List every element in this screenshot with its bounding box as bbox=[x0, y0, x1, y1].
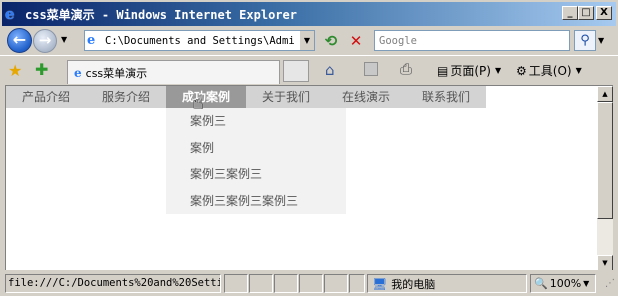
back-button[interactable]: ← bbox=[7, 28, 32, 53]
chevron-down-icon: ▼ bbox=[583, 279, 590, 288]
add-favorite-icon[interactable]: ✚ bbox=[35, 60, 48, 79]
refresh-icon: ⟲ bbox=[324, 32, 338, 50]
menu-item-about[interactable]: 关于我们 bbox=[246, 86, 326, 108]
maximize-button[interactable]: □ bbox=[578, 6, 594, 20]
home-icon[interactable]: ⌂ bbox=[325, 61, 335, 79]
feeds-icon[interactable] bbox=[364, 62, 378, 76]
window-controls: _ □ X bbox=[562, 6, 612, 20]
page-icon: e bbox=[87, 33, 96, 48]
tab-current[interactable]: e css菜单演示 bbox=[67, 60, 280, 84]
search-icon: ⚲ bbox=[580, 33, 590, 48]
page-menu-button[interactable]: ▤ 页面(P) ▼ bbox=[437, 62, 501, 79]
recent-pages-dropdown[interactable]: ▼ bbox=[61, 35, 67, 44]
back-arrow-icon: ← bbox=[12, 30, 27, 49]
status-panel bbox=[349, 274, 365, 293]
zone-label: 我的电脑 bbox=[391, 277, 436, 291]
menu-item-contact[interactable]: 联系我们 bbox=[406, 86, 486, 108]
search-button[interactable]: ⚲ bbox=[574, 30, 596, 51]
stop-icon: ✕ bbox=[349, 32, 363, 50]
gear-icon: ⚙ bbox=[516, 63, 527, 78]
ie-logo-icon: e bbox=[5, 5, 15, 23]
star-icon[interactable]: ★ bbox=[8, 61, 22, 80]
zoom-icon: 🔍 bbox=[534, 277, 548, 290]
cases-submenu: 案例三 案例 案例三案例三 案例三案例三案例三 bbox=[166, 108, 346, 214]
title-bar: e css菜单演示 - Windows Internet Explorer _ … bbox=[0, 0, 618, 26]
zoom-control[interactable]: 🔍 100% ▼ bbox=[530, 274, 596, 293]
close-button[interactable]: X bbox=[596, 6, 612, 20]
status-bar: file:///C:/Documents%20and%20Settings 🖥 … bbox=[0, 272, 618, 296]
nav-menu: 产品介绍 服务介绍 成功案例 关于我们 在线演示 联系我们 bbox=[6, 86, 486, 108]
submenu-item[interactable]: 案例 bbox=[166, 135, 346, 162]
menu-item-products[interactable]: 产品介绍 bbox=[6, 86, 86, 108]
address-dropdown-button[interactable]: ▼ bbox=[299, 31, 314, 50]
page-icon-small: ▤ bbox=[437, 63, 449, 78]
tab-label: css菜单演示 bbox=[85, 66, 148, 80]
chevron-down-icon: ▼ bbox=[575, 66, 582, 75]
address-input[interactable]: C:\Documents and Settings\Admini bbox=[105, 35, 295, 47]
hand-cursor-icon: ☝ bbox=[192, 90, 205, 114]
scroll-up-button[interactable]: ▲ bbox=[597, 86, 613, 102]
address-bar[interactable]: e C:\Documents and Settings\Admini ▼ bbox=[84, 30, 315, 51]
search-input[interactable]: Google bbox=[379, 35, 417, 47]
status-panel bbox=[324, 274, 348, 293]
forward-button[interactable]: → bbox=[33, 29, 57, 53]
menu-item-cases[interactable]: 成功案例 bbox=[166, 86, 246, 108]
computer-icon: 🖥 bbox=[372, 276, 388, 291]
status-panel bbox=[249, 274, 273, 293]
search-box[interactable]: Google bbox=[374, 30, 570, 51]
zoom-level: 100% bbox=[549, 277, 582, 290]
status-panel bbox=[299, 274, 323, 293]
status-panel bbox=[224, 274, 248, 293]
printer-icon[interactable]: ⎙ bbox=[400, 60, 412, 78]
security-zone[interactable]: 🖥 我的电脑 bbox=[367, 274, 527, 293]
window-title: css菜单演示 - Windows Internet Explorer bbox=[25, 7, 297, 22]
refresh-button[interactable]: ⟲ bbox=[320, 31, 342, 51]
status-text: file:///C:/Documents%20and%20Settings bbox=[5, 274, 221, 293]
search-options-dropdown[interactable]: ▼ bbox=[598, 36, 604, 45]
minimize-button[interactable]: _ bbox=[562, 6, 578, 20]
menu-item-demo[interactable]: 在线演示 bbox=[326, 86, 406, 108]
scroll-thumb[interactable] bbox=[597, 102, 613, 219]
submenu-item[interactable]: 案例三案例三 bbox=[166, 161, 346, 188]
forward-arrow-icon: → bbox=[38, 31, 52, 49]
vertical-scrollbar[interactable]: ▲ ▼ bbox=[597, 86, 613, 270]
resize-grip[interactable]: ⋰ bbox=[605, 278, 615, 289]
address-toolbar: ← → ▼ e C:\Documents and Settings\Admini… bbox=[0, 26, 618, 55]
submenu-item[interactable]: 案例三案例三案例三 bbox=[166, 188, 346, 215]
menu-item-services[interactable]: 服务介绍 bbox=[86, 86, 166, 108]
tools-menu-button[interactable]: ⚙ 工具(O) ▼ bbox=[516, 62, 582, 79]
status-panel bbox=[274, 274, 298, 293]
tools-menu-label: 工具(O) bbox=[528, 64, 572, 78]
scroll-down-button[interactable]: ▼ bbox=[597, 255, 613, 270]
stop-button[interactable]: ✕ bbox=[346, 31, 366, 51]
page-viewport: 产品介绍 服务介绍 成功案例 关于我们 在线演示 联系我们 案例三 案例 案例三… bbox=[5, 85, 613, 270]
tab-toolbar: ★ ✚ e css菜单演示 ⌂ ⎙ ▤ 页面(P) ▼ ⚙ 工具(O) ▼ bbox=[0, 55, 618, 85]
tab-page-icon: e bbox=[74, 65, 82, 80]
page-menu-label: 页面(P) bbox=[450, 64, 491, 78]
new-tab-button[interactable] bbox=[283, 60, 309, 82]
chevron-down-icon: ▼ bbox=[494, 66, 502, 75]
